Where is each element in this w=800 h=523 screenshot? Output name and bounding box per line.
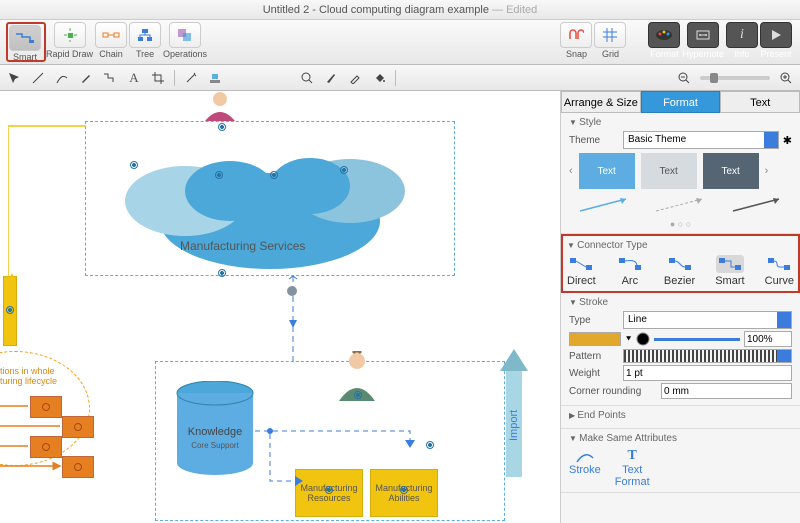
canvas-area[interactable]: Manufacturing Services tions in whole tu… [0,91,560,523]
style-header[interactable]: Style [569,117,792,128]
opacity-slider[interactable] [654,338,740,341]
window-titlebar: Untitled 2 - Cloud computing diagram exa… [0,0,800,20]
inspector-panel: Arrange & Size Format Text Style ThemeBa… [560,91,800,523]
line-tool-icon[interactable] [30,70,46,86]
gear-icon[interactable]: ✱ [783,134,792,147]
connector-smart[interactable]: Smart [715,255,744,287]
crop-tool-icon[interactable] [150,70,166,86]
connector-direct[interactable]: Direct [567,255,596,287]
pen-tool-icon[interactable] [78,70,94,86]
search-icon[interactable] [299,70,315,86]
connector-arc[interactable]: Arc [616,255,644,287]
cloud-label: Manufacturing Services [180,239,305,253]
curve-tool-icon[interactable] [54,70,70,86]
endpoints-header[interactable]: End Points [569,410,792,421]
connector-bezier[interactable]: Bezier [664,255,695,287]
stamp-tool-icon[interactable] [207,70,223,86]
tab-text[interactable]: Text [720,91,800,113]
tab-format[interactable]: Format [641,91,721,113]
swatch-1[interactable]: Text [579,153,635,189]
bucket-icon[interactable] [371,70,387,86]
swatch-2[interactable]: Text [641,153,697,189]
doc-title: Untitled 2 [263,4,309,16]
zoom-slider[interactable] [700,76,770,80]
main-toolbar: Smart Rapid Draw Chain Tree Operations S… [0,20,800,65]
smart-button[interactable] [9,25,41,51]
color-wheel-icon[interactable] [636,332,650,346]
text-tool-icon[interactable]: A [126,70,142,86]
operations-button[interactable] [169,22,201,48]
tool-row: A [0,65,800,91]
zoom-in-icon[interactable] [778,70,794,86]
stroke-color-chip[interactable] [569,332,621,346]
chevron-right-icon[interactable]: › [765,165,769,177]
db-label: Knowledge [185,426,245,438]
hypernote-button[interactable] [687,22,719,48]
wand-tool-icon[interactable] [183,70,199,86]
brush-tool-icon[interactable] [323,70,339,86]
makesame-stroke[interactable]: Stroke [569,448,601,488]
eyedropper-icon[interactable] [347,70,363,86]
rapid-draw-button[interactable] [54,22,86,48]
snap-button[interactable] [560,22,592,48]
connector-type-header[interactable]: Connector Type [567,240,794,251]
tree-button[interactable] [129,22,161,48]
swatch-3[interactable]: Text [703,153,759,189]
chevron-left-icon[interactable]: ‹ [569,165,573,177]
info-button[interactable]: i [726,22,758,48]
weight-input[interactable] [623,365,792,381]
lifecycle-label: tions in whole turing lifecycle [0,366,57,386]
import-label: Import [508,410,520,441]
format-button[interactable] [648,22,680,48]
connector-tool-icon[interactable] [102,70,118,86]
present-button[interactable] [760,22,792,48]
opacity-input[interactable] [744,331,792,347]
theme-select[interactable]: Basic Theme [623,131,779,149]
stroke-header[interactable]: Stroke [569,297,792,308]
arrow-tool-icon[interactable] [6,70,22,86]
chain-button[interactable] [95,22,127,48]
corner-input[interactable] [661,383,792,399]
grid-button[interactable] [594,22,626,48]
makesame-header[interactable]: Make Same Attributes [569,433,792,444]
pattern-select[interactable] [623,349,792,363]
tab-arrange[interactable]: Arrange & Size [561,91,641,113]
makesame-textformat[interactable]: TText Format [615,448,650,488]
connector-curve[interactable]: Curve [765,255,794,287]
page-dots[interactable]: ● ○ ○ [569,219,792,229]
stroke-type-select[interactable]: Line [623,311,792,329]
zoom-out-icon[interactable] [676,70,692,86]
